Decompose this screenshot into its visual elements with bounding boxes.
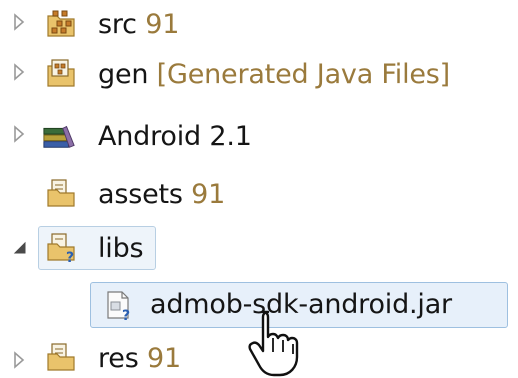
- project-explorer-tree: src 91 gen [Generated Java Files] Androi…: [0, 0, 518, 378]
- chevron-right-icon: [14, 351, 25, 369]
- generated-source-folder-icon: [44, 56, 78, 90]
- chevron-down-icon: [13, 241, 26, 254]
- tree-item-label: libs: [98, 233, 144, 264]
- tree-item-label: Android 2.1: [98, 121, 252, 152]
- tree-item-assets[interactable]: assets 91: [98, 178, 225, 212]
- unversioned-file-icon: ?: [102, 288, 136, 322]
- chevron-right-icon: [14, 125, 25, 143]
- svg-text:?: ?: [122, 308, 130, 322]
- tree-item-revision: 91: [182, 179, 226, 210]
- tree-item-label: src: [98, 9, 137, 40]
- tree-item-res[interactable]: res 91: [98, 342, 181, 376]
- tree-item-decoration: [Generated Java Files]: [148, 59, 451, 90]
- tree-item-libs-label-wrap: libs: [98, 232, 144, 266]
- expand-android-library-toggle[interactable]: [10, 124, 28, 144]
- library-books-icon: [42, 118, 76, 152]
- tree-item-label: res: [98, 343, 139, 374]
- hand-pointer-cursor-icon: [248, 310, 299, 377]
- chevron-right-icon: [14, 63, 25, 81]
- folder-icon: [44, 176, 78, 210]
- tree-item-revision: 91: [136, 9, 180, 40]
- tree-item-android-library[interactable]: Android 2.1: [98, 120, 252, 154]
- tree-item-label: gen: [98, 59, 149, 90]
- collapse-libs-toggle[interactable]: [10, 238, 28, 258]
- source-folder-package-icon: [44, 6, 78, 40]
- tree-item-revision: 91: [138, 343, 181, 374]
- folder-icon: [44, 340, 78, 374]
- expand-res-toggle[interactable]: [10, 350, 28, 370]
- unversioned-folder-icon: ?: [44, 230, 78, 264]
- tree-item-label: assets: [98, 179, 183, 210]
- chevron-right-icon: [14, 13, 25, 31]
- tree-item-gen[interactable]: gen [Generated Java Files]: [98, 58, 450, 92]
- tree-item-src[interactable]: src 91: [98, 8, 179, 42]
- expand-src-toggle[interactable]: [10, 12, 28, 32]
- svg-text:?: ?: [66, 250, 74, 264]
- expand-gen-toggle[interactable]: [10, 62, 28, 82]
